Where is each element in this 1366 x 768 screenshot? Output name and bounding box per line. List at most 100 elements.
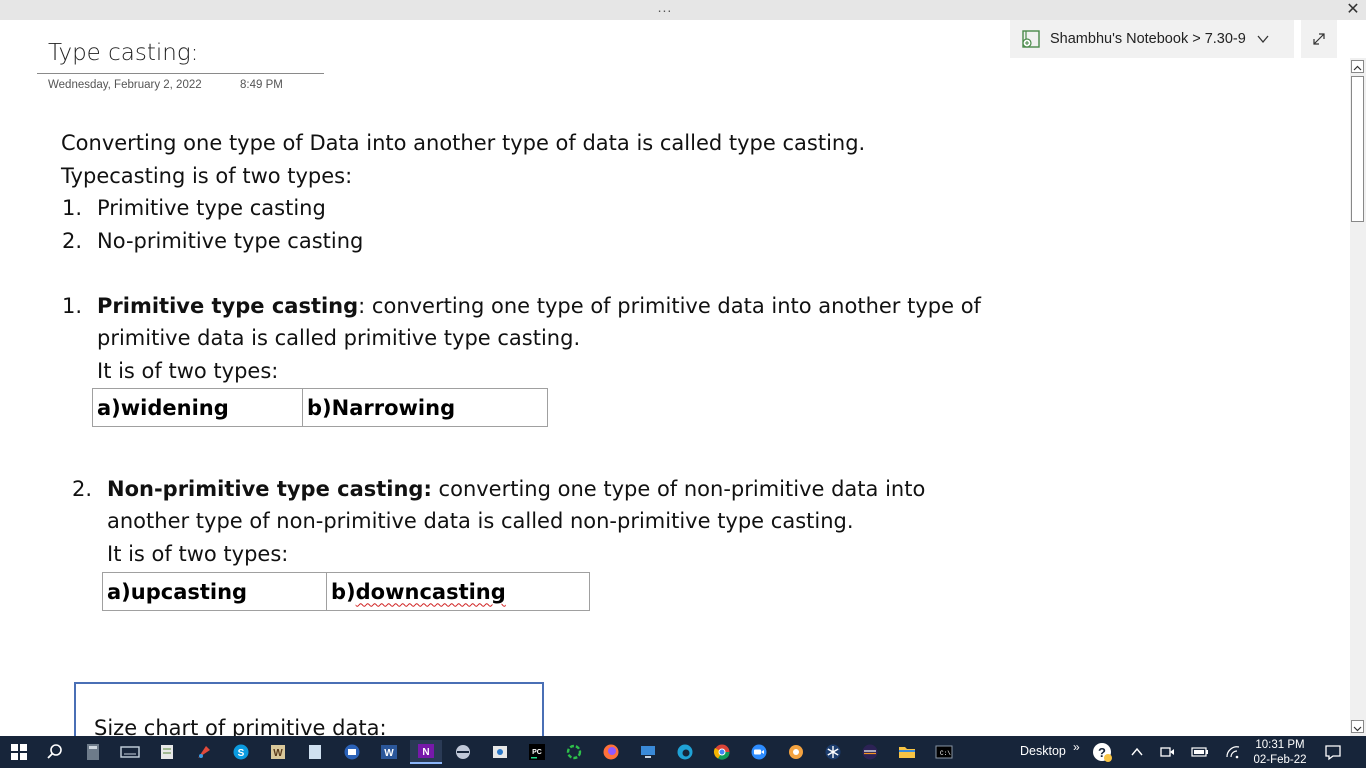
section-1-heading: Primitive type casting: [97, 294, 359, 318]
taskbar-remote-desktop[interactable]: [635, 740, 661, 764]
scroll-down-button[interactable]: [1351, 720, 1364, 733]
onenote-icon: N: [418, 744, 434, 758]
svg-text:PC: PC: [532, 749, 542, 756]
list-item-primitive[interactable]: Primitive type casting: [97, 194, 326, 222]
taskbar-chrome[interactable]: [709, 740, 735, 764]
page-time: 8:49 PM: [240, 79, 283, 91]
taskbar-snipping-tool[interactable]: [487, 740, 513, 764]
chrome-icon: [713, 744, 730, 760]
notebook-breadcrumb[interactable]: Shambhu's Notebook > 7.30-9: [1010, 20, 1294, 58]
taskbar-command-prompt[interactable]: C:\: [931, 740, 957, 764]
list-item-non-primitive[interactable]: No-primitive type casting: [97, 227, 363, 255]
edge-icon: [677, 744, 693, 760]
taskbar-skype[interactable]: S: [228, 740, 254, 764]
table-cell-narrowing[interactable]: b)Narrowing: [302, 388, 548, 427]
search-button[interactable]: [42, 740, 68, 764]
section-2-number: 2.: [72, 477, 93, 501]
svg-text:N: N: [422, 747, 429, 758]
intro-line-1[interactable]: Converting one type of Data into another…: [61, 129, 865, 157]
size-chart-container[interactable]: Size chart of primitive data:: [74, 682, 544, 744]
snowflake-icon: [825, 744, 841, 760]
wordpad-icon: W: [271, 745, 285, 759]
svg-text:C:\: C:\: [940, 750, 951, 757]
section-2-line-3[interactable]: It is of two types:: [107, 540, 288, 568]
windows-icon: [11, 744, 27, 760]
primitive-types-table[interactable]: a)widening b)Narrowing: [92, 388, 548, 427]
desktop-toolbar-label[interactable]: Desktop: [1020, 744, 1066, 758]
taskbar-sticky-notes[interactable]: [302, 740, 328, 764]
section-1-line-3[interactable]: It is of two types:: [97, 357, 278, 385]
table-cell-downcasting[interactable]: b)downcasting: [326, 572, 590, 611]
pycharm-icon: PC: [529, 744, 545, 760]
taskbar-onenote[interactable]: N: [410, 740, 442, 764]
eclipse-icon: [862, 744, 878, 760]
arrow-down-icon: [1353, 726, 1362, 732]
action-center-button[interactable]: [1320, 740, 1346, 764]
list-number-2: 2.: [62, 229, 83, 253]
scroll-thumb[interactable]: [1351, 76, 1364, 222]
chevron-down-icon[interactable]: [1256, 32, 1270, 46]
table-cell-term: downcasting: [355, 579, 506, 604]
taskbar-wordpad[interactable]: W: [265, 740, 291, 764]
help-icon: ?: [1093, 743, 1112, 762]
table-cell-upcasting[interactable]: a)upcasting: [102, 572, 327, 611]
firefox-icon: [603, 744, 619, 760]
taskbar-keyboard[interactable]: [117, 740, 143, 764]
taskbar-media-app[interactable]: [450, 740, 476, 764]
taskbar-notes[interactable]: [154, 740, 180, 764]
title-bar: ... ✕: [0, 0, 1366, 20]
section-1-line-1[interactable]: Primitive type casting: converting one t…: [97, 292, 981, 320]
skype-icon: S: [233, 744, 249, 760]
taskbar-paint[interactable]: [191, 740, 217, 764]
taskbar-word[interactable]: W: [376, 740, 402, 764]
tray-battery[interactable]: [1187, 740, 1213, 764]
taskbar-firefox[interactable]: [598, 740, 624, 764]
section-2-line-1[interactable]: Non-primitive type casting: converting o…: [107, 475, 925, 503]
more-options-button[interactable]: ...: [650, 0, 680, 20]
table-cell-prefix: b): [307, 395, 332, 420]
taskbar-zoom[interactable]: [746, 740, 772, 764]
sticky-notes-icon: [309, 745, 321, 759]
terminal-icon: C:\: [935, 745, 953, 759]
section-2-definition: converting one type of non-primitive dat…: [431, 477, 926, 501]
expand-button[interactable]: [1301, 20, 1337, 58]
arrow-up-icon: [1353, 65, 1362, 71]
section-1-line-2[interactable]: primitive data is called primitive type …: [97, 324, 580, 352]
notepad-icon: [161, 745, 173, 759]
taskbar-pycharm[interactable]: PC: [524, 740, 550, 764]
vertical-scrollbar[interactable]: [1350, 58, 1366, 736]
table-cell-widening[interactable]: a)widening: [92, 388, 303, 427]
close-button[interactable]: ✕: [1340, 0, 1366, 20]
taskbar-task-view[interactable]: [339, 740, 365, 764]
taskbar: S W W N PC C:\ Desktop » ? 10:31 PM 02-F…: [0, 736, 1366, 768]
tray-wifi[interactable]: [1220, 740, 1246, 764]
tray-meet-now[interactable]: [1154, 740, 1180, 764]
start-button[interactable]: [6, 740, 32, 764]
list-number-1: 1.: [62, 196, 83, 220]
sync-icon: [566, 744, 582, 760]
taskbar-snowflake-app[interactable]: [820, 740, 846, 764]
wifi-icon: [1226, 746, 1240, 759]
clock-time: 10:31 PM: [1255, 739, 1305, 751]
taskbar-clock[interactable]: 10:31 PM 02-Feb-22: [1250, 738, 1310, 768]
scroll-up-button[interactable]: [1351, 60, 1364, 73]
taskbar-file-explorer[interactable]: [894, 740, 920, 764]
monitor-icon: [641, 746, 655, 758]
intro-line-2[interactable]: Typecasting is of two types:: [61, 162, 352, 190]
table-cell-term: Narrowing: [331, 395, 456, 420]
taskbar-settings-app[interactable]: [783, 740, 809, 764]
section-2-heading: Non-primitive type casting:: [107, 477, 432, 501]
section-2-line-2[interactable]: another type of non-primitive data is ca…: [107, 507, 854, 535]
taskbar-calculator[interactable]: [80, 740, 106, 764]
non-primitive-types-table[interactable]: a)upcasting b)downcasting: [102, 572, 590, 611]
taskbar-refresh-app[interactable]: [561, 740, 587, 764]
taskbar-edge[interactable]: [672, 740, 698, 764]
taskbar-overflow-chevron[interactable]: »: [1073, 740, 1080, 754]
snipping-icon: [493, 746, 507, 758]
section-1-definition: : converting one type of primitive data …: [358, 294, 981, 318]
page-title[interactable]: Type casting:: [48, 40, 198, 66]
taskbar-eclipse[interactable]: [857, 740, 883, 764]
taskbar-help[interactable]: ?: [1089, 740, 1115, 764]
calculator-icon: [87, 744, 99, 760]
show-hidden-icons[interactable]: [1124, 740, 1150, 764]
